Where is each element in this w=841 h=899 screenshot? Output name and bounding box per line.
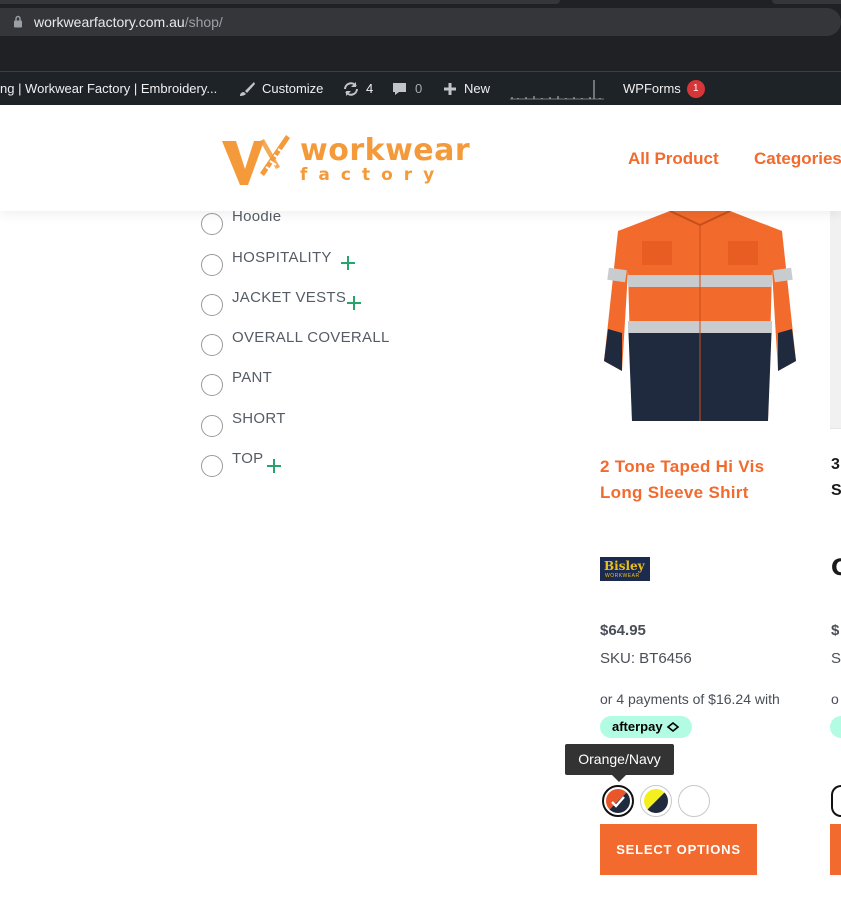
brand-name: Bisley	[604, 559, 645, 573]
nav-categories[interactable]: Categories	[754, 149, 841, 169]
swatch-fill	[644, 789, 668, 813]
url-path: /shop/	[184, 14, 223, 30]
url-domain: workwearfactory.com.au	[34, 14, 185, 30]
filter-radio[interactable]	[201, 254, 223, 276]
address-bar[interactable]: workwearfactory.com.au/shop/	[0, 8, 841, 36]
comment-icon	[393, 82, 406, 95]
logo-text-secondary: factory	[300, 165, 446, 185]
filter-label: TOP	[232, 450, 264, 467]
admin-site-title-label: ng | Workwear Factory | Embroidery...	[0, 81, 218, 96]
product-sku: SKU: BT6456	[600, 650, 692, 667]
plus-icon	[444, 82, 456, 95]
afterpay-badge[interactable]: afterpay	[600, 716, 692, 738]
filter-radio[interactable]	[201, 294, 223, 316]
product-price: $64.95	[600, 622, 646, 639]
filter-radio[interactable]	[201, 334, 223, 356]
swatch-white[interactable]	[678, 785, 710, 817]
next-product-sku: S	[831, 650, 841, 667]
next-product-swatch[interactable]	[831, 785, 841, 817]
afterpay-installments: or 4 payments of $16.24 with	[600, 691, 780, 707]
admin-site-title[interactable]: ng | Workwear Factory | Embroidery...	[0, 72, 217, 105]
filter-radio[interactable]	[201, 415, 223, 437]
bookmarks-bar	[0, 44, 841, 72]
browser-toolbar: workwearfactory.com.au/shop/	[0, 0, 841, 72]
filter-radio[interactable]	[201, 374, 223, 396]
logo-text-primary: workwear	[300, 133, 471, 168]
admin-updates-count: 4	[366, 81, 374, 96]
updates-icon	[344, 81, 358, 96]
admin-customize[interactable]: Customize	[238, 72, 323, 105]
brand-subtitle: WORKWEAR	[605, 573, 640, 579]
next-product-afterpay: o	[831, 691, 839, 707]
expand-plus-icon[interactable]	[267, 459, 281, 473]
select-options-button[interactable]: SELECT OPTIONS	[600, 824, 757, 875]
next-product-afterpay-badge[interactable]	[830, 716, 841, 738]
url-text[interactable]: workwearfactory.com.au/shop/	[34, 14, 223, 30]
brand-logo: Bisley WORKWEAR	[600, 557, 650, 581]
admin-comments[interactable]: 0	[391, 72, 422, 105]
site-header: workwear factory All Product Categories	[0, 105, 841, 211]
next-product-select-button[interactable]	[830, 824, 841, 875]
admin-customize-label: Customize	[262, 81, 324, 96]
logo-mark-icon	[222, 135, 290, 185]
next-product-title-line1[interactable]: 3	[831, 456, 840, 474]
paintbrush-icon	[240, 81, 255, 96]
admin-wpforms[interactable]: WPForms 1	[623, 72, 705, 105]
nav-all-product[interactable]: All Product	[628, 149, 719, 169]
tab-strip	[0, 0, 560, 4]
admin-wpforms-label: WPForms	[623, 81, 681, 96]
afterpay-arrows-icon	[666, 721, 680, 733]
tooltip-arrow	[612, 775, 626, 782]
next-product-brand: C	[831, 556, 841, 581]
site-logo[interactable]: workwear factory	[220, 129, 470, 191]
expand-plus-icon[interactable]	[341, 256, 355, 270]
product-image[interactable]	[600, 211, 800, 431]
admin-new-label: New	[464, 81, 491, 96]
admin-comments-count: 0	[415, 81, 423, 96]
filter-label: OVERALL COVERALL	[232, 329, 390, 346]
product-title[interactable]: 2 Tone Taped Hi Vis Long Sleeve Shirt	[600, 454, 800, 506]
filter-label: HOSPITALITY	[232, 249, 332, 266]
next-product-image[interactable]	[830, 211, 841, 429]
filter-label: SHORT	[232, 410, 286, 427]
filter-label: JACKET VESTS	[232, 289, 347, 306]
filter-radio[interactable]	[201, 213, 223, 235]
next-product-title-line2[interactable]: S	[831, 482, 841, 500]
afterpay-label: afterpay	[612, 719, 663, 734]
wp-admin-bar: ng | Workwear Factory | Embroidery... Cu…	[0, 72, 841, 105]
swatch-fill	[606, 789, 630, 813]
filter-label: PANT	[232, 369, 273, 386]
lock-icon[interactable]	[13, 15, 23, 28]
tab-strip-right	[772, 0, 841, 4]
stats-sparkline[interactable]	[508, 80, 606, 100]
expand-plus-icon[interactable]	[347, 296, 361, 310]
swatch-orange-navy[interactable]	[602, 785, 634, 817]
admin-updates[interactable]: 4	[342, 72, 373, 105]
swatch-yellow-navy[interactable]	[640, 785, 672, 817]
admin-new[interactable]: New	[442, 72, 490, 105]
next-product-price: $	[831, 622, 840, 639]
notification-badge: 1	[686, 79, 705, 98]
filter-radio[interactable]	[201, 455, 223, 477]
swatch-tooltip: Orange/Navy	[565, 744, 674, 775]
